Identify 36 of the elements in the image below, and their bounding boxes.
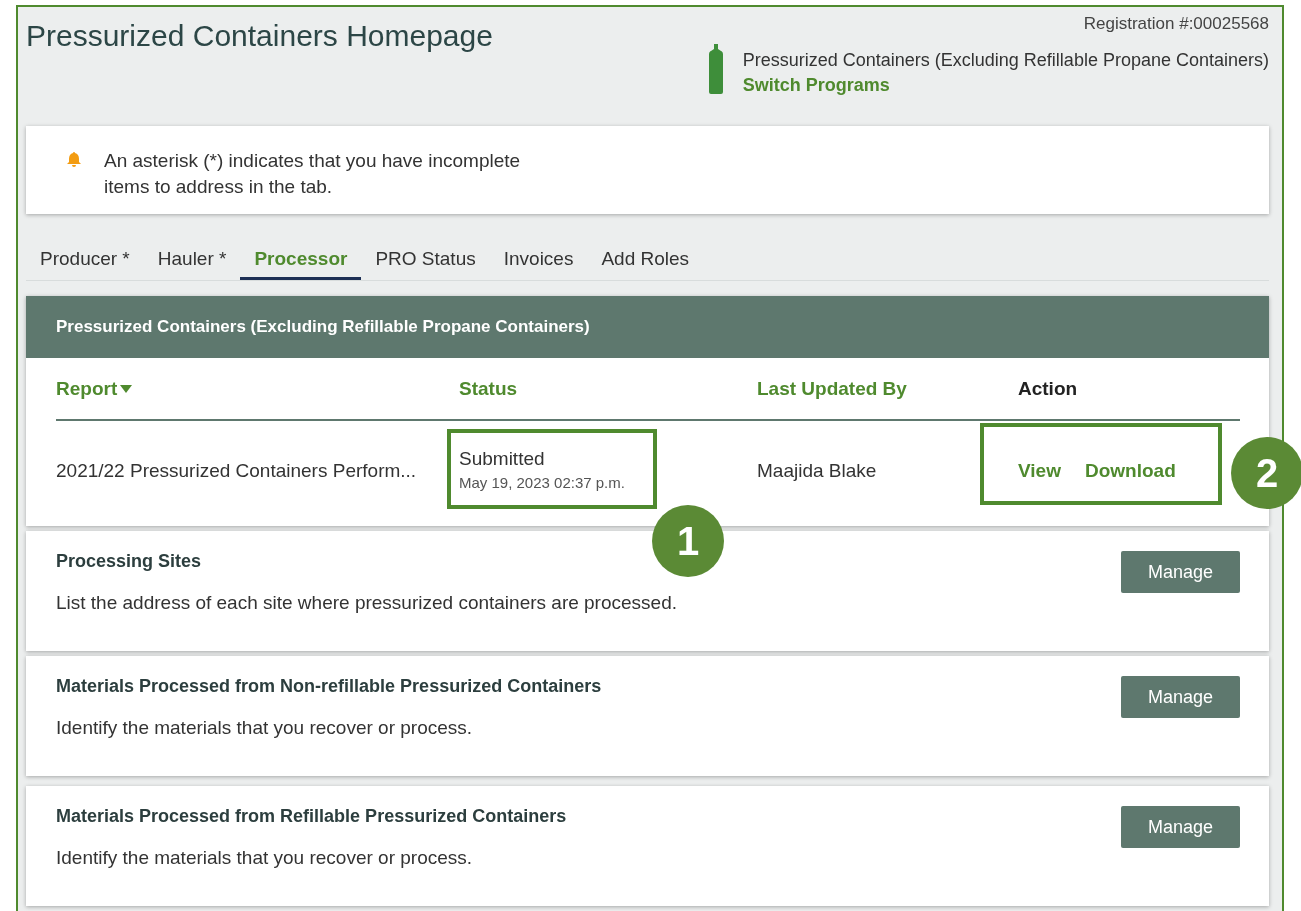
gas-cylinder-icon <box>706 44 725 94</box>
section-title: Materials Processed from Non-refillable Pressurized Containers <box>56 676 602 697</box>
callout-number: 2 <box>1231 437 1301 509</box>
status-text: Submitted <box>459 447 546 471</box>
tab[interactable]: Producer * <box>26 240 144 280</box>
action-link[interactable]: View <box>1018 460 1061 482</box>
manage-button[interactable]: Manage <box>1121 806 1240 848</box>
program-name: Pressurized Containers (Excluding Refillable Propane Containers) <box>742 49 1269 72</box>
tab[interactable]: Processor <box>240 240 362 280</box>
status-timestamp: May 19, 2023 02:37 p.m. <box>459 473 626 493</box>
manage-button[interactable]: Manage <box>1121 676 1240 718</box>
page-title: Pressurized Containers Homepage <box>26 19 493 54</box>
notice-text: An asterisk (*) indicates that you have incomplete items to address in the tab. <box>104 149 522 199</box>
section-title: Processing Sites <box>56 551 203 572</box>
section-description: List the address of each site where pressurized containers are processed. <box>56 592 677 614</box>
sort-caret-icon[interactable] <box>120 384 133 393</box>
sort-header[interactable]: Report <box>56 377 118 400</box>
bell-icon <box>66 151 82 167</box>
table-cell-text: Maajida Blake <box>757 460 878 482</box>
section-description: Identify the materials that you recover or process. <box>56 847 474 869</box>
sort-header[interactable]: Last Updated By <box>757 377 907 400</box>
action-link[interactable]: Download <box>1084 460 1176 482</box>
section-title: Materials Processed from Refillable Pressurized Containers <box>56 806 567 827</box>
column-header: Action <box>1018 377 1078 400</box>
registration-number: Registration #:00025568 <box>1083 14 1269 34</box>
switch-programs-link[interactable]: Switch Programs <box>742 73 890 98</box>
manage-button[interactable]: Manage <box>1121 551 1240 593</box>
panel-header: Pressurized Containers (Excluding Refillable Propane Containers) <box>26 296 1269 358</box>
table-cell-text: 2021/22 Pressurized Containers Perform... <box>56 460 418 482</box>
tab[interactable]: PRO Status <box>361 240 490 280</box>
tab[interactable]: Add Roles <box>587 240 704 280</box>
tab[interactable]: Invoices <box>489 240 588 280</box>
tab[interactable]: Hauler * <box>143 240 241 280</box>
callout-number: 1 <box>652 505 724 577</box>
sort-header[interactable]: Status <box>459 377 518 400</box>
section-description: Identify the materials that you recover or process. <box>56 717 474 739</box>
